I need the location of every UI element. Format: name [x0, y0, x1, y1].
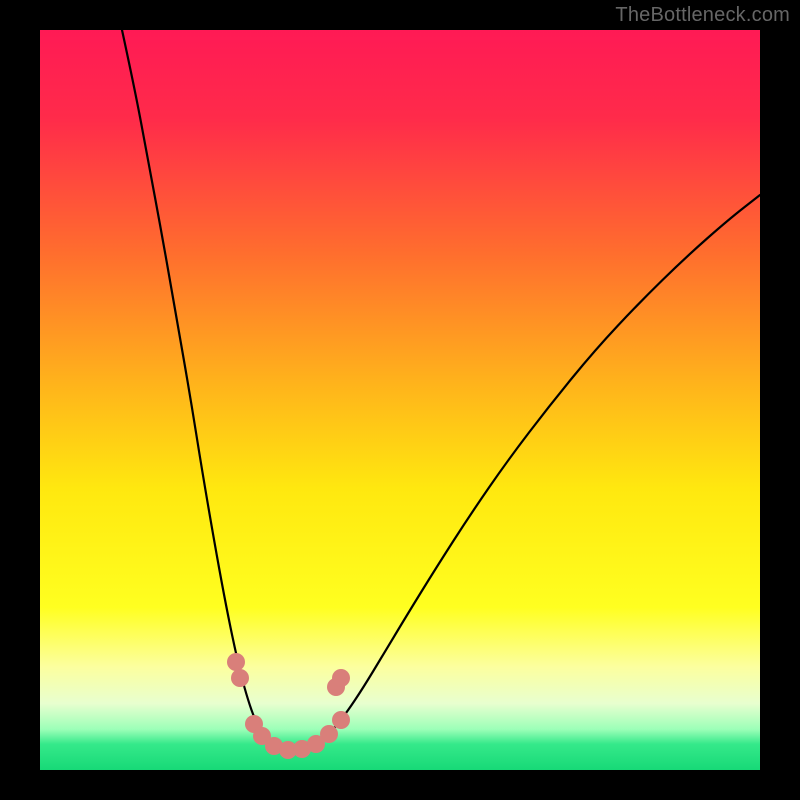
data-marker	[227, 653, 245, 671]
data-marker	[332, 711, 350, 729]
plot-frame	[40, 30, 760, 770]
watermark-text: TheBottleneck.com	[615, 4, 790, 27]
data-marker	[332, 669, 350, 687]
data-marker	[231, 669, 249, 687]
plot-svg	[40, 30, 760, 770]
gradient-bg	[40, 30, 760, 770]
data-marker	[320, 725, 338, 743]
